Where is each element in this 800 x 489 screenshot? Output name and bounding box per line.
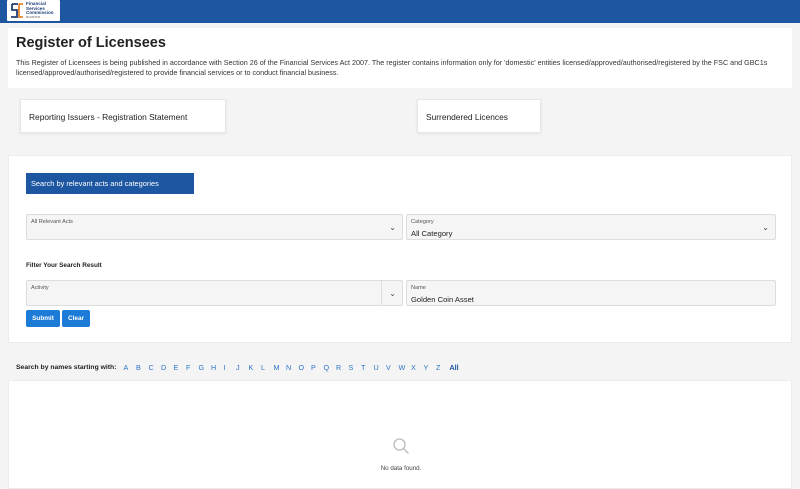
letter-link[interactable]: B	[136, 363, 149, 372]
logo-subtitle: MAURITIUS	[26, 16, 41, 20]
chevron-down-icon: ⌄	[762, 223, 769, 232]
category-value: All Category	[411, 229, 453, 238]
page-title: Register of Licensees	[16, 35, 166, 51]
category-select[interactable]: Category All Category ⌄	[406, 214, 776, 240]
chevron-down-icon: ⌄	[389, 223, 396, 232]
name-value: Golden Coin Asset	[411, 295, 474, 304]
intro-text: This Register of Licensees is being publ…	[16, 58, 768, 77]
letter-link[interactable]: V	[386, 363, 399, 372]
activity-select[interactable]: Activity ⌄	[26, 280, 403, 306]
search-icon	[393, 438, 409, 454]
relevant-acts-select[interactable]: All Relevant Acts ⌄	[26, 214, 403, 240]
letter-link[interactable]: C	[148, 363, 161, 372]
alphabet-filter: Search by names starting with: A B C D E…	[16, 362, 459, 372]
letter-link[interactable]: U	[373, 363, 386, 372]
letter-link[interactable]: E	[173, 363, 186, 372]
category-label: Category	[411, 219, 434, 225]
submit-button[interactable]: Submit	[26, 310, 60, 327]
fsc-logo-icon	[11, 3, 23, 18]
fsc-logo[interactable]: Financial Services Commission MAURITIUS	[7, 0, 60, 21]
name-field[interactable]: Name Golden Coin Asset	[406, 280, 776, 306]
letter-link[interactable]: Q	[323, 363, 336, 372]
relevant-acts-label: All Relevant Acts	[31, 219, 73, 225]
letter-link[interactable]: M	[273, 363, 286, 372]
clear-button[interactable]: Clear	[62, 310, 90, 327]
letter-link[interactable]: R	[336, 363, 349, 372]
letter-link[interactable]: H	[211, 363, 224, 372]
letter-link[interactable]: Z	[436, 363, 449, 372]
letter-link[interactable]: O	[298, 363, 311, 372]
letter-link[interactable]: A	[123, 363, 136, 372]
no-data-message: No data found.	[380, 465, 422, 472]
logo-text: Financial Services Commission MAURITIUS	[26, 1, 59, 20]
filter-title: Filter Your Search Result	[26, 262, 102, 269]
letter-link[interactable]: P	[311, 363, 324, 372]
letter-link[interactable]: L	[261, 363, 274, 372]
name-label: Name	[411, 285, 426, 291]
letter-link[interactable]: K	[248, 363, 261, 372]
results-panel: No data found.	[8, 380, 792, 489]
select-divider	[381, 281, 382, 305]
chevron-down-icon: ⌄	[389, 289, 396, 298]
letter-link[interactable]: J	[236, 363, 249, 372]
letter-all-link[interactable]: All	[449, 363, 458, 372]
activity-label: Activity	[31, 285, 49, 291]
letter-link[interactable]: S	[348, 363, 361, 372]
top-bar: Financial Services Commission MAURITIUS	[0, 0, 800, 23]
letter-link[interactable]: G	[198, 363, 211, 372]
letter-link[interactable]: X	[411, 363, 424, 372]
letter-link[interactable]: I	[223, 363, 236, 372]
letter-link[interactable]: N	[286, 363, 299, 372]
intro-section: Register of Licensees This Register of L…	[8, 28, 792, 88]
letter-link[interactable]: D	[161, 363, 174, 372]
alphabet-label: Search by names starting with:	[16, 363, 117, 371]
reporting-issuers-card[interactable]: Reporting Issuers - Registration Stateme…	[20, 99, 226, 133]
search-panel: Search by relevant acts and categories A…	[8, 155, 792, 343]
letter-link[interactable]: F	[186, 363, 199, 372]
letter-link[interactable]: W	[398, 363, 411, 372]
letter-link[interactable]: Y	[423, 363, 436, 372]
search-by-acts-tab[interactable]: Search by relevant acts and categories	[26, 173, 194, 194]
letter-link[interactable]: T	[361, 363, 374, 372]
surrendered-licences-card[interactable]: Surrendered Licences	[417, 99, 541, 133]
